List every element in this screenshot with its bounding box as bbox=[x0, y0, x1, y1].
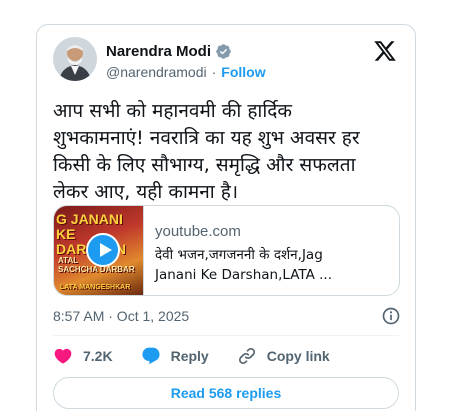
author-display-name[interactable]: Narendra Modi bbox=[106, 43, 211, 60]
separator-dot: · bbox=[211, 64, 217, 80]
avatar[interactable] bbox=[53, 37, 97, 81]
link-domain: youtube.com bbox=[155, 223, 241, 240]
reply-button[interactable]: Reply bbox=[141, 346, 209, 366]
reply-bubble-icon bbox=[142, 347, 160, 365]
tweet-embed-card: Narendra Modi @narendramodi · Follow आप … bbox=[36, 24, 416, 411]
x-logo-icon[interactable] bbox=[373, 39, 397, 63]
heart-icon bbox=[54, 348, 72, 364]
like-count: 7.2K bbox=[83, 348, 113, 364]
verified-badge-icon bbox=[216, 43, 231, 59]
link-title: देवी भजन,जगजननी के दर्शन,Jag Janani Ke D… bbox=[155, 247, 333, 283]
follow-button[interactable]: Follow bbox=[221, 64, 265, 80]
author-info: Narendra Modi @narendramodi · Follow bbox=[106, 41, 266, 82]
like-button[interactable]: 7.2K bbox=[53, 346, 113, 366]
read-replies-button[interactable]: Read 568 replies bbox=[53, 377, 399, 409]
info-icon[interactable] bbox=[381, 306, 401, 326]
link-thumbnail: G JANANI KE DARSHAN ATAL SACHCHA DARBAR … bbox=[54, 206, 144, 295]
link-icon bbox=[238, 347, 255, 365]
tweet-timestamp[interactable]: 8:57 AM · Oct 1, 2025 bbox=[53, 308, 189, 324]
link-info: youtube.com देवी भजन,जगजननी के दर्शन,Jag… bbox=[144, 206, 399, 295]
reply-label: Reply bbox=[170, 348, 209, 364]
avatar-image bbox=[53, 37, 97, 81]
thumbnail-footer: LATA MANGESHKAR bbox=[60, 284, 131, 291]
copy-link-label: Copy link bbox=[266, 348, 330, 364]
tweet-header: Narendra Modi @narendramodi · Follow bbox=[53, 37, 401, 89]
action-bar: 7.2K Reply Copy link bbox=[53, 345, 358, 367]
divider bbox=[53, 335, 399, 336]
link-preview-card[interactable]: G JANANI KE DARSHAN ATAL SACHCHA DARBAR … bbox=[53, 205, 400, 296]
play-icon[interactable] bbox=[86, 233, 120, 267]
copy-link-button[interactable]: Copy link bbox=[237, 346, 330, 366]
tweet-meta: 8:57 AM · Oct 1, 2025 bbox=[53, 306, 401, 326]
tweet-text: आप सभी को महानवमी की हार्दिक शुभकामनाएं!… bbox=[53, 100, 360, 203]
author-handle[interactable]: @narendramodi bbox=[106, 64, 207, 80]
